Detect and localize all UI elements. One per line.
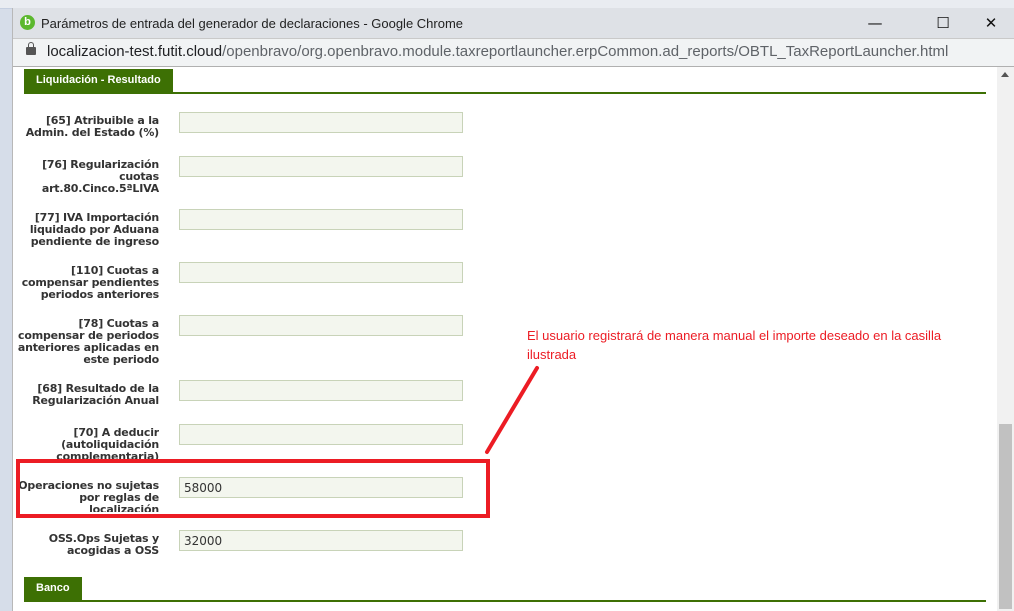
annotation-pointer-line: [485, 366, 539, 454]
annotation-note: El usuario registrará de manera manual e…: [527, 328, 942, 362]
